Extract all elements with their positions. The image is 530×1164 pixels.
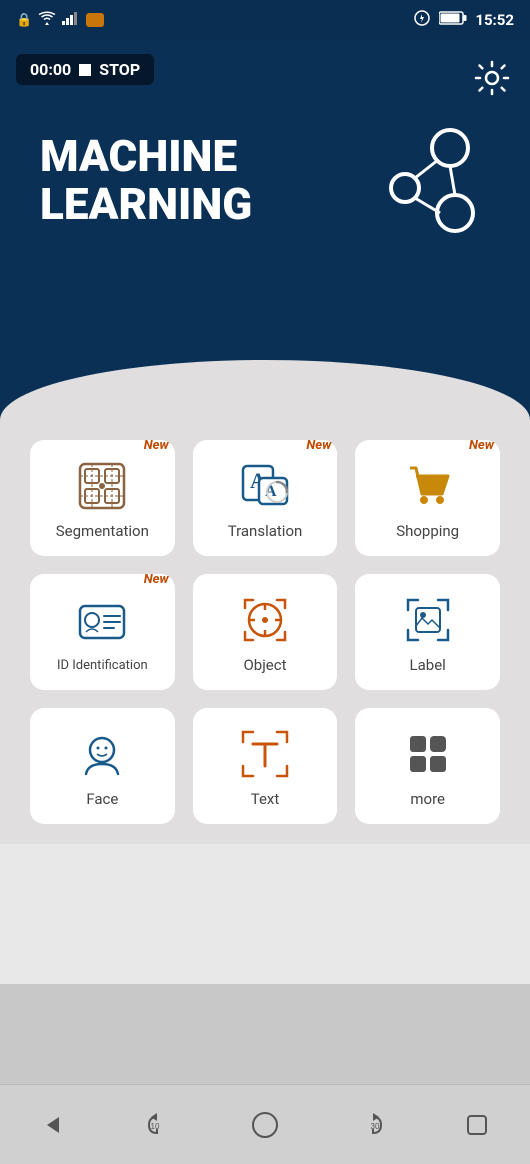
face-icon — [76, 728, 128, 780]
new-badge-shopping: New — [469, 438, 494, 453]
text-icon — [239, 728, 291, 780]
more-icon — [402, 728, 454, 780]
gray-spacer — [0, 984, 530, 1084]
signal-icon — [62, 11, 80, 29]
orange-icon — [86, 13, 104, 27]
svg-text:10: 10 — [151, 1122, 160, 1131]
ml-icon — [350, 108, 490, 252]
translation-icon: A A — [239, 460, 291, 512]
id-icon — [76, 596, 128, 648]
back-button[interactable] — [28, 1100, 78, 1150]
time-display: 15:52 — [475, 11, 514, 29]
translation-label: Translation — [228, 522, 303, 540]
wave-divider — [0, 360, 530, 420]
face-label: Face — [86, 790, 118, 808]
translation-item[interactable]: New A A Translation — [193, 440, 338, 556]
home-button[interactable] — [240, 1100, 290, 1150]
status-left: 🔒 — [16, 11, 104, 29]
segmentation-label: Segmentation — [56, 522, 149, 540]
object-label: Object — [243, 656, 286, 674]
object-item[interactable]: Object — [193, 574, 338, 690]
header: 00:00 STOP MACHINE LEARNING — [0, 40, 530, 360]
bottom-nav: 10 30 — [0, 1084, 530, 1164]
charging-icon — [413, 10, 431, 30]
features-grid: New Segmentation New — [30, 440, 500, 824]
stop-icon — [79, 64, 91, 76]
label-item[interactable]: Label — [355, 574, 500, 690]
segmentation-item[interactable]: New Segmentation — [30, 440, 175, 556]
id-identification-label: ID Identification — [57, 658, 148, 673]
lock-icon: 🔒 — [16, 13, 32, 28]
label-label: Label — [410, 656, 446, 674]
new-badge-segmentation: New — [144, 438, 169, 453]
battery-icon — [439, 11, 467, 29]
svg-text:30: 30 — [371, 1122, 380, 1131]
timer-button[interactable]: 00:00 STOP — [16, 54, 154, 85]
status-right: 15:52 — [413, 10, 514, 30]
face-item[interactable]: Face — [30, 708, 175, 824]
more-item[interactable]: more — [355, 708, 500, 824]
grid-section: New Segmentation New — [0, 420, 530, 844]
forward-button[interactable]: 30 — [346, 1100, 396, 1150]
shopping-item[interactable]: New Shopping — [355, 440, 500, 556]
new-badge-translation: New — [306, 438, 331, 453]
text-label: Text — [251, 790, 280, 808]
square-button[interactable] — [452, 1100, 502, 1150]
text-item[interactable]: Text — [193, 708, 338, 824]
label-icon — [402, 594, 454, 646]
wifi-icon — [38, 11, 56, 29]
header-title: MACHINE LEARNING — [40, 132, 252, 229]
id-identification-item[interactable]: New ID Identification — [30, 574, 175, 690]
shopping-icon — [402, 460, 454, 512]
settings-button[interactable] — [470, 56, 514, 100]
rewind-button[interactable]: 10 — [134, 1100, 184, 1150]
status-bar: 🔒 — [0, 0, 530, 40]
new-badge-id: New — [144, 572, 169, 587]
shopping-label: Shopping — [396, 522, 459, 540]
object-icon — [239, 594, 291, 646]
stop-label: STOP — [99, 60, 140, 79]
segmentation-icon — [76, 460, 128, 512]
more-label: more — [410, 790, 445, 808]
timer-display: 00:00 — [30, 60, 71, 79]
